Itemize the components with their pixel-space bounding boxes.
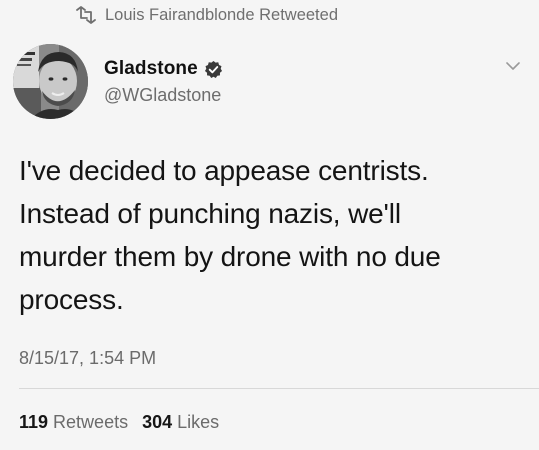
divider	[19, 388, 539, 389]
retweet-icon	[76, 6, 96, 24]
tweet-card: Louis Fairandblonde Retweeted Gladstone	[0, 0, 539, 450]
retweet-text: Louis Fairandblonde Retweeted	[105, 5, 338, 24]
tweet-text-line: process.	[19, 284, 124, 315]
avatar-photo	[13, 44, 88, 119]
retweet-indicator[interactable]: Louis Fairandblonde Retweeted	[74, 3, 338, 27]
retweets-count: 119	[19, 412, 49, 432]
tweet-text-line: Instead of punching nazis, we'll	[19, 198, 401, 229]
display-name[interactable]: Gladstone	[104, 58, 198, 80]
author-block[interactable]: Gladstone @WGladstone	[104, 57, 223, 106]
engagement-stats: 119 Retweets 304 Likes	[19, 412, 233, 433]
tweet-text: I've decided to appease centrists. Inste…	[19, 149, 519, 321]
user-handle[interactable]: @WGladstone	[104, 85, 223, 106]
verified-badge-icon	[204, 60, 222, 78]
tweet-text-line: I've decided to appease centrists.	[19, 155, 429, 186]
likes-label: Likes	[177, 412, 220, 432]
chevron-down-icon[interactable]	[505, 60, 521, 72]
likes-count: 304	[142, 412, 173, 432]
avatar[interactable]	[13, 44, 88, 119]
likes-stat[interactable]: 304 Likes	[142, 412, 219, 433]
tweet-text-line: murder them by drone with no due	[19, 241, 441, 272]
retweets-stat[interactable]: 119 Retweets	[19, 412, 128, 433]
retweets-label: Retweets	[53, 412, 129, 432]
timestamp[interactable]: 8/15/17, 1:54 PM	[19, 348, 156, 369]
